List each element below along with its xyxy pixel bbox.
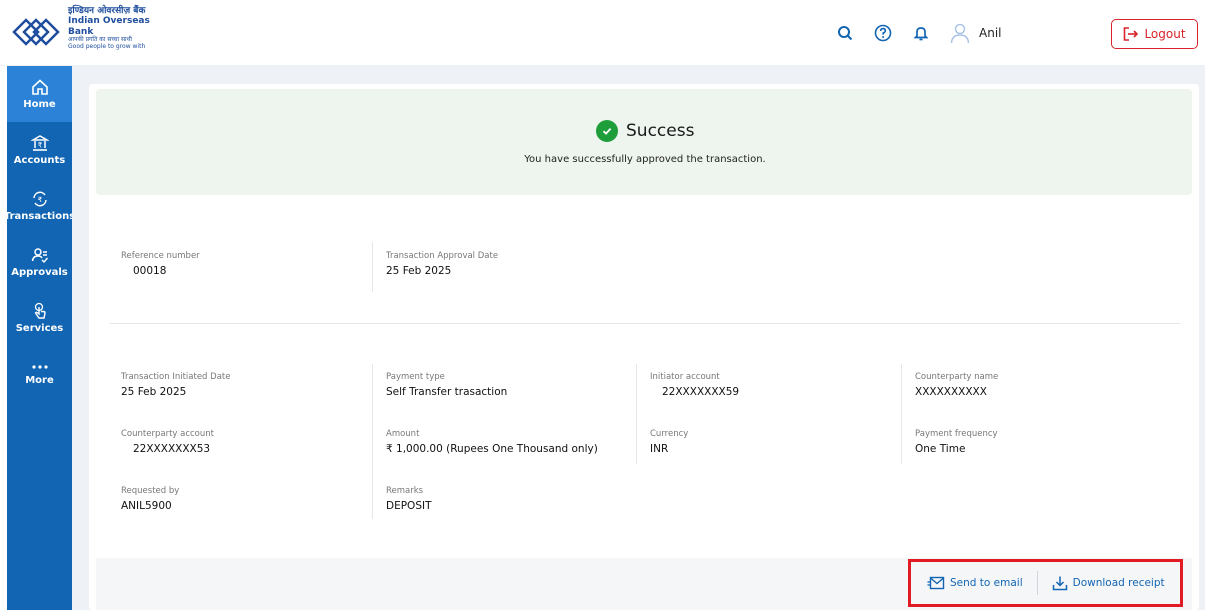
top-header: इण्डियन ओवरसीज़ बैंक Indian Overseas Ban… <box>0 0 1205 66</box>
sidebar-item-label: Services <box>15 323 64 334</box>
reference-number-value: 00018 <box>133 265 167 277</box>
bank-logo[interactable]: इण्डियन ओवरसीज़ बैंक Indian Overseas Ban… <box>8 6 178 62</box>
username-label[interactable]: Anil <box>979 26 1001 40</box>
hand-tap-icon <box>34 302 46 319</box>
send-to-email-button[interactable]: Send to email <box>927 576 1023 590</box>
bank-name-english: Indian Overseas Bank <box>68 16 150 37</box>
initiated-date-value: 25 Feb 2025 <box>121 386 187 398</box>
requested-by-value: ANIL5900 <box>121 500 172 512</box>
home-icon <box>31 79 48 95</box>
requested-by-label: Requested by <box>121 486 180 496</box>
logout-button[interactable]: Logout <box>1111 19 1198 49</box>
counterparty-name-label: Counterparty name <box>915 372 999 382</box>
approval-date-field: Transaction Approval Date 25 Feb 2025 <box>386 251 498 277</box>
sidebar-item-label: Transactions <box>3 211 76 222</box>
sidebar-item-transactions[interactable]: ₹ Transactions <box>3 178 76 234</box>
search-icon[interactable] <box>835 23 855 43</box>
amount-field: Amount ₹ 1,000.00 (Rupees One Thousand o… <box>386 429 598 455</box>
send-to-email-label: Send to email <box>950 577 1023 589</box>
counterparty-name-field: Counterparty name XXXXXXXXXX <box>915 372 998 398</box>
payment-type-label: Payment type <box>386 372 445 382</box>
reference-number-field: Reference number 00018 <box>121 251 200 277</box>
currency-field: Currency INR <box>650 429 688 455</box>
remarks-field: Remarks DEPOSIT <box>386 486 432 512</box>
svg-text:₹: ₹ <box>37 196 42 204</box>
sidebar-item-accounts[interactable]: ₹ Accounts <box>7 122 72 178</box>
counterparty-account-label: Counterparty account <box>121 429 214 439</box>
logout-icon <box>1124 27 1139 41</box>
rupee-exchange-icon: ₹ <box>32 191 47 207</box>
amount-value: ₹ 1,000.00 (Rupees One Thousand only) <box>386 443 598 455</box>
approval-date-value: 25 Feb 2025 <box>386 265 452 277</box>
column-divider <box>901 364 902 464</box>
currency-label: Currency <box>650 429 689 439</box>
payment-frequency-value: One Time <box>915 443 966 455</box>
svg-text:₹: ₹ <box>37 142 42 150</box>
payment-frequency-label: Payment frequency <box>915 429 998 439</box>
sidebar-item-approvals[interactable]: Approvals <box>7 234 72 290</box>
user-avatar-icon[interactable] <box>949 22 971 44</box>
column-divider <box>636 364 637 464</box>
success-title-text: Success <box>626 121 695 141</box>
actions-separator <box>1036 571 1038 595</box>
success-title: Success <box>596 120 694 142</box>
sidebar-item-more[interactable]: More <box>7 346 72 402</box>
logout-label: Logout <box>1144 27 1186 41</box>
initiator-account-label: Initiator account <box>650 372 720 382</box>
sidebar-item-label: Home <box>23 99 56 110</box>
bank-tagline-english: Good people to grow with <box>68 42 146 50</box>
initiated-date-label: Transaction Initiated Date <box>121 372 231 382</box>
counterparty-name-value: XXXXXXXXXX <box>915 386 987 398</box>
amount-label: Amount <box>386 429 420 439</box>
payment-type-field: Payment type Self Transfer trasaction <box>386 372 507 398</box>
download-receipt-button[interactable]: Download receipt <box>1052 575 1165 591</box>
bell-icon[interactable] <box>911 23 931 43</box>
column-divider <box>372 364 373 519</box>
initiated-date-field: Transaction Initiated Date 25 Feb 2025 <box>121 372 230 398</box>
sidebar-item-home[interactable]: Home <box>7 66 72 122</box>
bank-icon: ₹ <box>30 135 49 151</box>
more-dots-icon <box>31 365 48 369</box>
sidebar-nav: Home ₹ Accounts ₹ Transactions Approvals… <box>3 66 76 610</box>
approvals-icon <box>31 248 48 264</box>
check-circle-icon <box>596 120 618 142</box>
payment-type-value: Self Transfer trasaction <box>386 386 508 398</box>
payment-frequency-field: Payment frequency One Time <box>915 429 998 455</box>
help-icon[interactable] <box>873 23 893 43</box>
receipt-actions: Send to email Download receipt <box>908 559 1183 607</box>
counterparty-account-field: Counterparty account 22XXXXXXX53 <box>121 429 214 455</box>
remarks-label: Remarks <box>386 486 424 496</box>
sidebar-item-label: Approvals <box>11 267 68 278</box>
currency-value: INR <box>650 443 669 455</box>
section-divider <box>110 323 1180 324</box>
sidebar-item-services[interactable]: Services <box>7 290 72 346</box>
requested-by-field: Requested by ANIL5900 <box>121 486 179 512</box>
success-banner <box>96 89 1192 195</box>
reference-number-label: Reference number <box>121 251 200 261</box>
email-send-icon <box>927 576 945 590</box>
success-message: You have successfully approved the trans… <box>524 154 766 165</box>
counterparty-account-value: 22XXXXXXX53 <box>133 443 211 455</box>
column-divider <box>372 242 373 292</box>
initiator-account-field: Initiator account 22XXXXXXX59 <box>650 372 739 398</box>
approval-date-label: Transaction Approval Date <box>386 251 499 261</box>
bank-logo-mark-icon <box>12 18 60 46</box>
bank-name-hindi: इण्डियन ओवरसीज़ बैंक <box>68 6 146 16</box>
download-receipt-label: Download receipt <box>1072 577 1165 589</box>
initiator-account-value: 22XXXXXXX59 <box>662 386 740 398</box>
download-icon <box>1052 576 1067 591</box>
sidebar-item-label: More <box>25 375 54 386</box>
remarks-value: DEPOSIT <box>386 500 432 512</box>
